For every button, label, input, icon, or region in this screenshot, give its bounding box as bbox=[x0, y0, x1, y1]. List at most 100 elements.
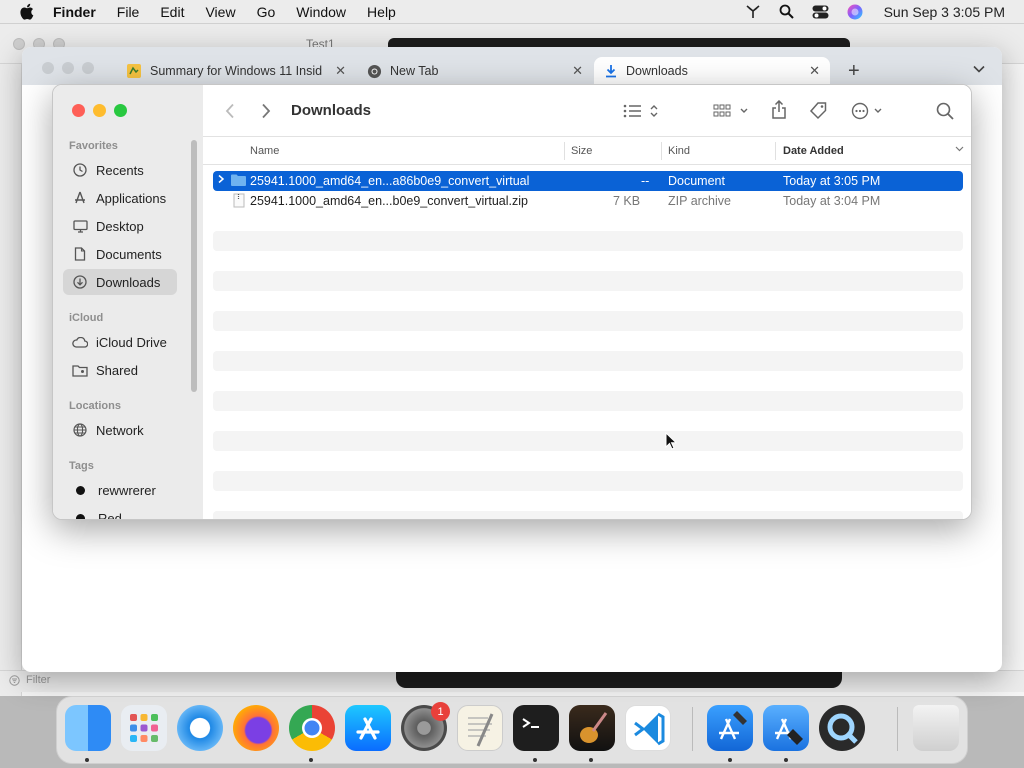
browser-tab-summary[interactable]: Summary for Windows 11 Insid ✕ bbox=[116, 57, 356, 85]
browser-tab-downloads[interactable]: Downloads ✕ bbox=[594, 57, 830, 85]
sidebar-item-label: Documents bbox=[96, 246, 162, 262]
sidebar-header-icloud: iCloud bbox=[69, 312, 104, 324]
list-view-icon[interactable] bbox=[623, 103, 659, 119]
browser-close-button[interactable] bbox=[42, 62, 54, 74]
browser-window-controls bbox=[42, 62, 94, 74]
forward-chevron-icon[interactable] bbox=[261, 103, 271, 119]
globe-icon bbox=[72, 422, 88, 438]
menu-file[interactable]: File bbox=[117, 4, 140, 20]
dock-running-indicator bbox=[309, 758, 313, 762]
browser-zoom-button[interactable] bbox=[82, 62, 94, 74]
tab-title: New Tab bbox=[390, 64, 439, 78]
finder-window: Favorites Recents Applications Desktop D… bbox=[52, 84, 972, 520]
disclosure-triangle-icon[interactable] bbox=[217, 174, 225, 184]
spotlight-icon[interactable] bbox=[770, 4, 804, 19]
sidebar-tag-red[interactable]: Red bbox=[63, 505, 177, 519]
group-by-icon[interactable] bbox=[713, 103, 749, 119]
window-title: Downloads bbox=[291, 102, 372, 119]
finder-minimize-button[interactable] bbox=[93, 104, 106, 117]
sidebar-tag-rewwrerer[interactable]: rewwrerer bbox=[63, 477, 177, 503]
mouse-pointer-icon bbox=[665, 432, 677, 450]
column-header-row: Name Size Kind Date Added bbox=[203, 137, 971, 165]
menu-clock[interactable]: Sun Sep 3 3:05 PM bbox=[884, 4, 1005, 20]
new-tab-button[interactable]: + bbox=[848, 60, 860, 83]
tab-search-chevron-icon[interactable] bbox=[973, 65, 985, 73]
menu-go[interactable]: Go bbox=[257, 4, 276, 20]
blog-icon bbox=[127, 64, 141, 78]
finder-window-controls bbox=[72, 104, 127, 117]
sidebar-item-recents[interactable]: Recents bbox=[63, 157, 177, 183]
sidebar-scrollbar[interactable] bbox=[191, 140, 197, 392]
more-actions-icon[interactable] bbox=[851, 102, 885, 120]
cloud-icon bbox=[72, 334, 88, 350]
shared-folder-icon bbox=[72, 362, 88, 378]
dock-xcode-icon[interactable] bbox=[707, 705, 753, 751]
column-separator bbox=[775, 142, 776, 160]
tab-close-icon[interactable]: ✕ bbox=[809, 63, 820, 79]
file-row[interactable]: 25941.1000_amd64_en...b0e9_convert_virtu… bbox=[213, 191, 963, 211]
dock-garageband-icon[interactable] bbox=[569, 705, 615, 751]
sidebar-item-label: iCloud Drive bbox=[96, 334, 167, 350]
dock-quicktime-icon[interactable] bbox=[819, 705, 865, 751]
sidebar-item-label: Downloads bbox=[96, 274, 161, 290]
column-header-name[interactable]: Name bbox=[250, 145, 279, 157]
search-icon[interactable] bbox=[936, 102, 954, 120]
tab-close-icon[interactable]: ✕ bbox=[572, 63, 583, 79]
download-icon bbox=[72, 274, 88, 290]
finder-zoom-button[interactable] bbox=[114, 104, 127, 117]
menu-edit[interactable]: Edit bbox=[160, 4, 184, 20]
sidebar-item-applications[interactable]: Applications bbox=[63, 185, 177, 211]
menu-view[interactable]: View bbox=[205, 4, 235, 20]
dock-running-indicator bbox=[784, 758, 788, 762]
dock-app-store-icon[interactable] bbox=[345, 705, 391, 751]
background-filter-field[interactable]: Filter bbox=[9, 674, 50, 686]
dock-terminal-icon[interactable] bbox=[513, 705, 559, 751]
finder-content: Downloads Name Size Kind Date Added 2594… bbox=[203, 85, 971, 519]
back-chevron-icon[interactable] bbox=[225, 103, 235, 119]
siri-icon[interactable] bbox=[838, 4, 872, 20]
dock-finder-icon[interactable] bbox=[65, 705, 111, 751]
column-header-date-added[interactable]: Date Added bbox=[783, 145, 844, 157]
menu-app-name[interactable]: Finder bbox=[53, 4, 96, 20]
menu-window[interactable]: Window bbox=[296, 4, 346, 20]
menu-bar: Finder File Edit View Go Window Help Sun… bbox=[0, 0, 1024, 24]
dock-textedit-icon[interactable] bbox=[457, 705, 503, 751]
dock-xcode-instruments-icon[interactable] bbox=[763, 705, 809, 751]
browser-tab-new-tab[interactable]: New Tab ✕ bbox=[357, 57, 593, 85]
dock-trash-icon[interactable] bbox=[913, 705, 959, 751]
dock-firefox-icon[interactable] bbox=[233, 705, 279, 751]
sidebar-item-desktop[interactable]: Desktop bbox=[63, 213, 177, 239]
menu-help[interactable]: Help bbox=[367, 4, 396, 20]
browser-minimize-button[interactable] bbox=[62, 62, 74, 74]
tab-close-icon[interactable]: ✕ bbox=[335, 63, 346, 79]
dock-running-indicator bbox=[589, 758, 593, 762]
sidebar-item-documents[interactable]: Documents bbox=[63, 241, 177, 267]
browser-tab-strip: Summary for Windows 11 Insid ✕ New Tab ✕… bbox=[22, 47, 1002, 85]
dock-running-indicator bbox=[533, 758, 537, 762]
column-header-size[interactable]: Size bbox=[571, 145, 592, 157]
dock-chrome-icon[interactable] bbox=[289, 705, 335, 751]
tag-color-dot bbox=[76, 485, 85, 495]
apple-menu-icon[interactable] bbox=[19, 3, 35, 20]
filter-icon bbox=[9, 674, 20, 686]
sidebar-item-downloads[interactable]: Downloads bbox=[63, 269, 177, 295]
file-row[interactable]: 25941.1000_amd64_en...a86b0e9_convert_vi… bbox=[213, 171, 963, 191]
dock-safari-icon[interactable] bbox=[177, 705, 223, 751]
sidebar-header-locations: Locations bbox=[69, 400, 121, 412]
chrome-icon bbox=[367, 64, 382, 78]
control-center-icon[interactable] bbox=[804, 5, 838, 19]
column-header-kind[interactable]: Kind bbox=[668, 145, 690, 157]
sort-chevron-icon[interactable] bbox=[955, 146, 964, 152]
share-icon[interactable] bbox=[771, 100, 787, 120]
sidebar-item-label: Applications bbox=[96, 190, 167, 206]
sidebar-item-icloud-drive[interactable]: iCloud Drive bbox=[63, 329, 177, 355]
finder-toolbar: Downloads bbox=[203, 85, 971, 137]
network-status-icon[interactable] bbox=[736, 4, 770, 19]
empty-row-stripe bbox=[213, 471, 963, 491]
sidebar-item-network[interactable]: Network bbox=[63, 417, 177, 443]
tag-icon[interactable] bbox=[809, 101, 829, 121]
dock-launchpad-icon[interactable] bbox=[121, 705, 167, 751]
dock-vscode-icon[interactable] bbox=[625, 705, 671, 751]
finder-close-button[interactable] bbox=[72, 104, 85, 117]
sidebar-item-shared[interactable]: Shared bbox=[63, 357, 177, 383]
